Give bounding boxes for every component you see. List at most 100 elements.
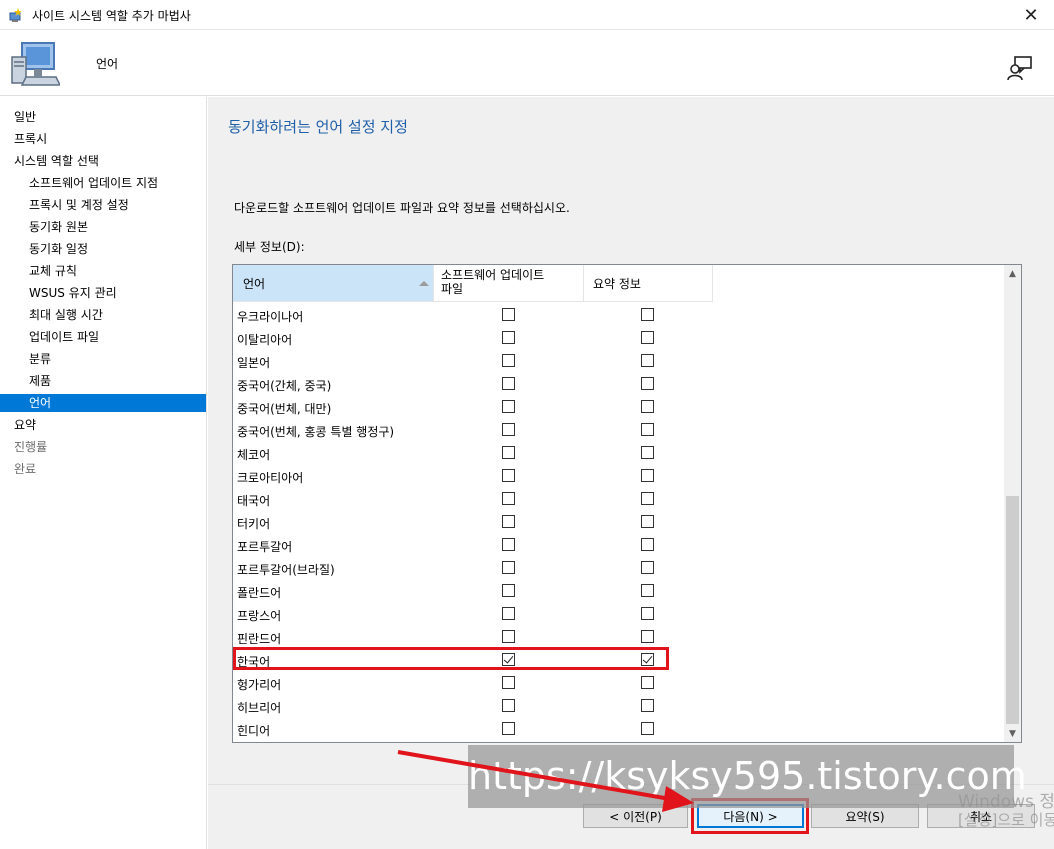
cancel-button[interactable]: 취소 — [927, 804, 1035, 828]
update-files-checkbox[interactable] — [502, 607, 515, 620]
column-header-summary[interactable]: 요약 정보 — [584, 265, 713, 302]
summary-checkbox[interactable] — [641, 400, 654, 413]
sidebar-item[interactable]: 소프트웨어 업데이트 지점 — [0, 174, 206, 192]
summary-checkbox[interactable] — [641, 561, 654, 574]
sidebar-item[interactable]: 일반 — [0, 108, 206, 126]
sidebar-item[interactable]: 업데이트 파일 — [0, 328, 206, 346]
update-files-checkbox[interactable] — [502, 492, 515, 505]
summary-checkbox[interactable] — [641, 607, 654, 620]
language-cell: 크로아티아어 — [237, 471, 304, 485]
details-label: 세부 정보(D): — [234, 240, 305, 254]
table-row[interactable]: 태국어 — [233, 488, 1005, 511]
scroll-up-icon[interactable]: ▲ — [1004, 265, 1021, 282]
summary-checkbox[interactable] — [641, 354, 654, 367]
summary-checkbox[interactable] — [641, 676, 654, 689]
update-files-checkbox[interactable] — [502, 630, 515, 643]
next-button[interactable]: 다음(N) > — [697, 804, 804, 828]
sidebar-item[interactable]: 동기화 일정 — [0, 240, 206, 258]
summary-checkbox[interactable] — [641, 630, 654, 643]
table-row[interactable]: 크로아티아어 — [233, 465, 1005, 488]
grid-header: 언어 소프트웨어 업데이트 파일 요약 정보 — [233, 265, 1005, 303]
sidebar-item[interactable]: 동기화 원본 — [0, 218, 206, 236]
column-header-language[interactable]: 언어 — [233, 265, 434, 302]
update-files-checkbox[interactable] — [502, 446, 515, 459]
window-title: 사이트 시스템 역할 추가 마법사 — [32, 9, 191, 23]
table-row[interactable]: 중국어(번체, 대만) — [233, 396, 1005, 419]
update-files-checkbox[interactable] — [502, 561, 515, 574]
language-cell: 폴란드어 — [237, 586, 282, 600]
language-grid[interactable]: 언어 소프트웨어 업데이트 파일 요약 정보 ▲ ▼ 우크라이나어 이탈리아어일본… — [232, 264, 1022, 743]
language-cell: 한국어 — [237, 655, 271, 669]
scroll-down-icon[interactable]: ▼ — [1004, 725, 1021, 742]
summary-checkbox[interactable] — [641, 308, 654, 321]
scrollbar-thumb[interactable] — [1006, 496, 1019, 724]
summary-checkbox[interactable] — [641, 423, 654, 436]
table-row[interactable]: 프랑스어 — [233, 603, 1005, 626]
table-row[interactable]: 중국어(번체, 홍콩 특별 행정구) — [233, 419, 1005, 442]
summary-checkbox[interactable] — [641, 538, 654, 551]
language-cell: 중국어(간체, 중국) — [237, 379, 332, 393]
table-row[interactable]: 이탈리아어 — [233, 327, 1005, 350]
table-row[interactable]: 포르투갈어 — [233, 534, 1005, 557]
sidebar-item[interactable]: 최대 실행 시간 — [0, 306, 206, 324]
summary-button[interactable]: 요약(S) — [811, 804, 919, 828]
update-files-checkbox[interactable] — [502, 538, 515, 551]
feedback-icon[interactable] — [1006, 54, 1034, 82]
table-row[interactable]: 중국어(간체, 중국) — [233, 373, 1005, 396]
sidebar-item[interactable]: 시스템 역할 선택 — [0, 152, 206, 170]
language-cell: 터키어 — [237, 517, 271, 531]
update-files-checkbox[interactable] — [502, 354, 515, 367]
update-files-checkbox[interactable] — [502, 653, 515, 666]
sidebar-item[interactable]: 교체 규칙 — [0, 262, 206, 280]
sidebar-item[interactable]: 프록시 및 계정 설정 — [0, 196, 206, 214]
update-files-checkbox[interactable] — [502, 331, 515, 344]
update-files-checkbox[interactable] — [502, 377, 515, 390]
update-files-checkbox[interactable] — [502, 469, 515, 482]
sidebar-item[interactable]: WSUS 유지 관리 — [0, 284, 206, 302]
summary-checkbox[interactable] — [641, 469, 654, 482]
sidebar-item[interactable]: 제품 — [0, 372, 206, 390]
update-files-checkbox[interactable] — [502, 308, 515, 321]
close-button[interactable]: ✕ — [1008, 0, 1054, 30]
table-row[interactable]: 힌디어 — [233, 718, 1005, 741]
table-row[interactable]: 우크라이나어 — [233, 304, 1005, 327]
table-row[interactable]: 헝가리어 — [233, 672, 1005, 695]
table-row[interactable]: 일본어 — [233, 350, 1005, 373]
update-files-checkbox[interactable] — [502, 676, 515, 689]
table-row[interactable]: 체코어 — [233, 442, 1005, 465]
language-cell: 헝가리어 — [237, 678, 282, 692]
table-row[interactable]: 히브리어 — [233, 695, 1005, 718]
summary-checkbox[interactable] — [641, 584, 654, 597]
sidebar-item[interactable]: 분류 — [0, 350, 206, 368]
sidebar-item[interactable]: 요약 — [0, 416, 206, 434]
sidebar-item[interactable]: 언어 — [0, 394, 206, 412]
update-files-checkbox[interactable] — [502, 584, 515, 597]
update-files-checkbox[interactable] — [502, 699, 515, 712]
table-row[interactable]: 핀란드어 — [233, 626, 1005, 649]
summary-checkbox[interactable] — [641, 653, 654, 666]
summary-checkbox[interactable] — [641, 722, 654, 735]
vertical-scrollbar[interactable]: ▲ ▼ — [1004, 265, 1021, 742]
summary-checkbox[interactable] — [641, 331, 654, 344]
summary-checkbox[interactable] — [641, 446, 654, 459]
summary-checkbox[interactable] — [641, 492, 654, 505]
update-files-checkbox[interactable] — [502, 423, 515, 436]
update-files-checkbox[interactable] — [502, 400, 515, 413]
update-files-checkbox[interactable] — [502, 515, 515, 528]
sidebar-item[interactable]: 프록시 — [0, 130, 206, 148]
summary-checkbox[interactable] — [641, 699, 654, 712]
table-row[interactable]: 터키어 — [233, 511, 1005, 534]
update-files-checkbox[interactable] — [502, 722, 515, 735]
prev-button[interactable]: < 이전(P) — [583, 804, 688, 828]
summary-checkbox[interactable] — [641, 515, 654, 528]
column-header-update-files[interactable]: 소프트웨어 업데이트 파일 — [434, 265, 584, 302]
page-title: 언어 — [96, 57, 119, 71]
column-header-update-files-line1: 소프트웨어 업데이트 — [441, 268, 545, 282]
table-row[interactable]: 한국어 — [233, 649, 1005, 672]
language-cell: 중국어(번체, 대만) — [237, 402, 332, 416]
table-row[interactable]: 폴란드어 — [233, 580, 1005, 603]
summary-checkbox[interactable] — [641, 377, 654, 390]
language-cell: 일본어 — [237, 356, 271, 370]
table-row[interactable]: 포르투갈어(브라질) — [233, 557, 1005, 580]
sidebar-item: 완료 — [14, 462, 37, 476]
